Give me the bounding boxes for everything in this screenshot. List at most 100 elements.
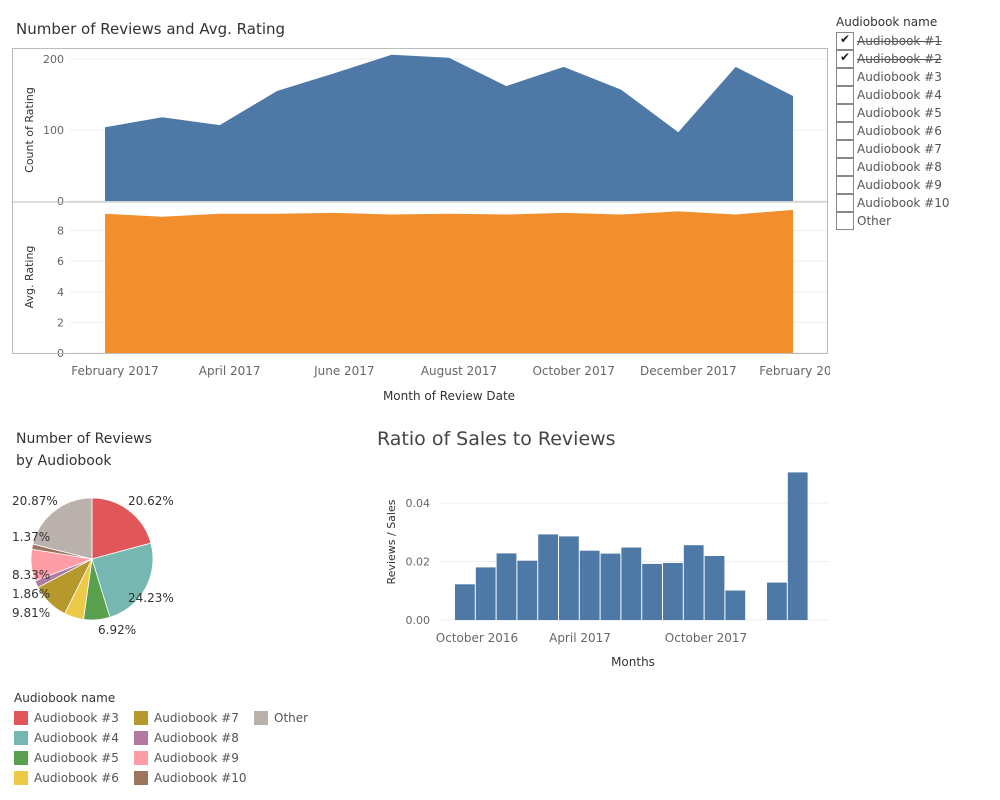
legend-label: Audiobook #5 — [34, 751, 119, 765]
legend-title: Audiobook name — [14, 691, 116, 705]
legend-swatch — [14, 771, 28, 785]
ratio-y-tick-label: 0.00 — [406, 614, 431, 627]
checkbox[interactable] — [836, 194, 854, 212]
filter-option[interactable]: Other — [836, 212, 950, 230]
legend-item[interactable]: Audiobook #4 — [14, 728, 134, 748]
pie-data-label: 20.87% — [12, 494, 58, 508]
checkbox[interactable] — [836, 50, 854, 68]
x-tick-label: April 2017 — [199, 364, 261, 378]
filter-option[interactable]: Audiobook #2 — [836, 50, 950, 68]
count-of-rating-axis-label: Count of Rating — [23, 87, 36, 173]
ratio-bar[interactable] — [579, 550, 600, 620]
checkbox[interactable] — [836, 212, 854, 230]
rating-y-tick-label: 4 — [57, 286, 64, 299]
filter-option[interactable]: Audiobook #10 — [836, 194, 950, 212]
ratio-bar[interactable] — [559, 536, 579, 620]
legend-label: Audiobook #3 — [34, 711, 119, 725]
checkbox[interactable] — [836, 68, 854, 86]
ratio-bar[interactable] — [663, 563, 683, 620]
filter-option-label: Audiobook #3 — [857, 70, 942, 84]
pie-title-line-2: by Audiobook — [16, 453, 112, 469]
filter-option-label: Audiobook #10 — [857, 196, 950, 210]
legend-item[interactable]: Other — [254, 708, 334, 728]
x-tick-label: February 2017 — [71, 364, 159, 378]
ratio-bar[interactable] — [538, 534, 558, 620]
legend-item[interactable]: Audiobook #3 — [14, 708, 134, 728]
legend-item[interactable]: Audiobook #6 — [14, 768, 134, 788]
legend-swatch — [14, 751, 28, 765]
legend-label: Audiobook #7 — [154, 711, 239, 725]
checkbox[interactable] — [836, 86, 854, 104]
filter-option-label: Audiobook #7 — [857, 142, 942, 156]
ratio-x-axis-label: Months — [611, 655, 655, 669]
legend-empty-cell — [254, 728, 334, 748]
ratio-bar[interactable] — [725, 590, 746, 621]
filter-option[interactable]: Audiobook #6 — [836, 122, 950, 140]
legend-label: Audiobook #8 — [154, 731, 239, 745]
page-title: Number of Reviews and Avg. Rating — [16, 20, 286, 38]
legend-item[interactable]: Audiobook #8 — [134, 728, 254, 748]
rating-y-tick-label: 8 — [57, 225, 64, 238]
x-tick-label: October 2017 — [532, 364, 614, 378]
legend-swatch — [134, 731, 148, 745]
avg-rating-axis-label: Avg. Rating — [23, 246, 36, 309]
legend-swatch — [14, 731, 28, 745]
legend-swatch — [254, 711, 268, 725]
ratio-bar[interactable] — [475, 567, 496, 620]
ratio-bar[interactable] — [600, 553, 621, 620]
legend-label: Audiobook #4 — [34, 731, 119, 745]
ratio-bar[interactable] — [621, 547, 642, 621]
ratio-title: Ratio of Sales to Reviews — [377, 428, 616, 450]
filter-option-label: Audiobook #1 — [857, 34, 942, 48]
legend-empty-cell — [254, 768, 334, 788]
legend-item[interactable]: Audiobook #10 — [134, 768, 254, 788]
filter-option[interactable]: Audiobook #1 — [836, 32, 950, 50]
filter-option[interactable]: Audiobook #9 — [836, 176, 950, 194]
pie-data-label: 6.92% — [98, 623, 136, 637]
filter-option[interactable]: Audiobook #4 — [836, 86, 950, 104]
ratio-bar[interactable] — [683, 545, 704, 620]
count-y-tick-label: 100 — [43, 124, 64, 137]
checkbox[interactable] — [836, 104, 854, 122]
audiobook-legend: Audiobook name Audiobook #3 Audiobook #7 O… — [14, 690, 334, 788]
ratio-y-tick-label: 0.04 — [406, 497, 431, 510]
filter-title: Audiobook name — [836, 15, 938, 29]
ratio-bar[interactable] — [455, 584, 475, 620]
filter-option[interactable]: Audiobook #5 — [836, 104, 950, 122]
x-tick-label: February 2018 — [759, 364, 830, 378]
count-of-rating-area[interactable] — [105, 54, 793, 201]
pie-data-label: 9.81% — [12, 606, 50, 620]
legend-item[interactable]: Audiobook #7 — [134, 708, 254, 728]
legend-swatch — [134, 771, 148, 785]
rating-y-tick-label: 2 — [57, 316, 64, 329]
checkbox[interactable] — [836, 176, 854, 194]
checkbox[interactable] — [836, 32, 854, 50]
legend-swatch — [134, 711, 148, 725]
filter-option-label: Other — [857, 214, 892, 228]
ratio-x-tick-label: October 2017 — [665, 631, 747, 645]
ratio-y-axis-label: Reviews / Sales — [385, 499, 398, 584]
filter-option[interactable]: Audiobook #8 — [836, 158, 950, 176]
ratio-bar[interactable] — [517, 560, 538, 620]
ratio-bar[interactable] — [496, 553, 517, 620]
checkbox[interactable] — [836, 122, 854, 140]
audiobook-filter: Audiobook name Audiobook #1 Audiobook #2 A… — [836, 14, 950, 230]
legend-item[interactable]: Audiobook #5 — [14, 748, 134, 768]
checkbox[interactable] — [836, 140, 854, 158]
filter-option[interactable]: Audiobook #3 — [836, 68, 950, 86]
legend-label: Other — [274, 711, 309, 725]
ratio-bar[interactable] — [704, 556, 725, 620]
x-tick-label: December 2017 — [640, 364, 737, 378]
avg-rating-area[interactable] — [105, 209, 793, 353]
ratio-x-tick-label: October 2016 — [436, 631, 518, 645]
filter-option-label: Audiobook #6 — [857, 124, 942, 138]
x-axis-label: Month of Review Date — [383, 389, 515, 403]
checkbox[interactable] — [836, 158, 854, 176]
ratio-bar[interactable] — [767, 582, 787, 620]
filter-option-label: Audiobook #5 — [857, 106, 942, 120]
ratio-bar[interactable] — [787, 472, 808, 620]
filter-option[interactable]: Audiobook #7 — [836, 140, 950, 158]
ratio-bar[interactable] — [642, 563, 662, 620]
legend-item[interactable]: Audiobook #9 — [134, 748, 254, 768]
pie-data-label: 1.37% — [12, 530, 50, 544]
